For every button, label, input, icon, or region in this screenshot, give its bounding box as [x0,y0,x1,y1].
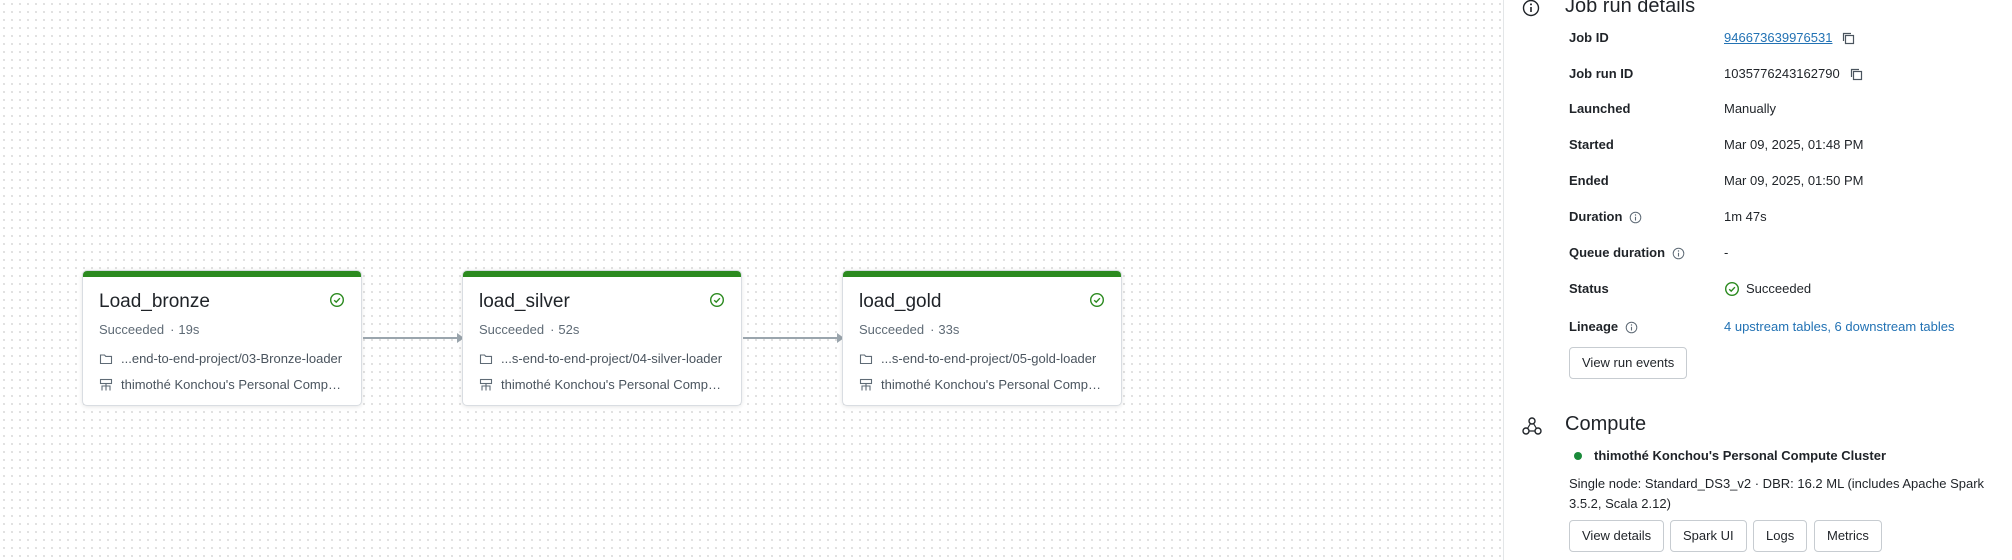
spark-ui-button[interactable]: Spark UI [1670,520,1747,552]
cluster-name[interactable]: thimothé Konchou's Personal Compute Clus… [1569,448,1886,463]
folder-icon [479,354,493,365]
task-name: load_gold [859,291,942,312]
detail-duration: Duration 1m 47s [1569,209,1767,224]
task-status: Succeeded · 33s [859,322,960,337]
compute-icon [1522,417,1542,435]
cluster-icon [479,378,493,391]
dag-edge [363,333,464,343]
task-path: ...s-end-to-end-project/05-gold-loader [859,351,1105,367]
info-icon[interactable] [1672,247,1685,260]
check-circle-icon [1724,281,1740,297]
copy-icon[interactable] [1841,31,1856,46]
task-card-load-bronze[interactable]: Load_bronze Succeeded · 19s ...end-to-end-… [82,270,362,406]
cluster-icon [99,378,113,391]
job-run-id-value: 1035776243162790 [1724,66,1840,81]
task-name: load_silver [479,291,570,312]
status-value: Succeeded [1746,281,1812,296]
task-cluster: thimothé Konchou's Personal Comput... [859,377,1105,393]
section-title-compute: Compute [1565,413,1647,435]
cluster-running-indicator [1574,451,1582,460]
metrics-button[interactable]: Metrics [1814,520,1882,552]
task-card-load-silver[interactable]: load_silver Succeeded · 52s ...s-end-to-en… [462,270,742,406]
detail-job-run-id: Job run ID 1035776243162790 [1569,66,1864,82]
detail-ended: Ended Mar 09, 2025, 01:50 PM [1569,173,1864,188]
folder-icon [859,354,873,365]
info-icon[interactable] [1629,211,1642,224]
task-card-load-gold[interactable]: load_gold Succeeded · 33s ...s-end-to-end-… [842,270,1122,406]
run-details-panel: Job run details Job ID 946673639976531 J… [1503,0,2012,560]
check-circle-icon [1089,292,1105,308]
cluster-icon [859,378,873,391]
view-run-events-button[interactable]: View run events [1569,347,1688,379]
detail-job-id: Job ID 946673639976531 [1569,30,1856,46]
task-name: Load_bronze [99,291,210,312]
check-circle-icon [329,292,345,308]
task-status: Succeeded · 19s [99,322,200,337]
folder-icon [99,354,113,365]
task-cluster: thimothé Konchou's Personal Comput... [99,377,345,393]
info-icon [1522,0,1540,17]
detail-lineage: Lineage 4 upstream tables, 6 downstream … [1569,319,1955,335]
logs-button[interactable]: Logs [1753,520,1808,552]
detail-queue-duration: Queue duration - [1569,245,1729,260]
job-id-link[interactable]: 946673639976531 [1724,30,1832,46]
section-title-job-run-details: Job run details [1565,0,1696,17]
task-path: ...end-to-end-project/03-Bronze-loader [99,351,345,367]
view-details-button[interactable]: View details [1569,520,1665,552]
info-icon[interactable] [1625,321,1638,334]
cluster-description: Single node: Standard_DS3_v2 · DBR: 16.2… [1569,476,1985,511]
detail-status: Status Succeeded [1569,281,1812,297]
task-status: Succeeded · 52s [479,322,580,337]
dag-edge [743,333,844,343]
copy-icon[interactable] [1849,67,1864,82]
task-cluster: thimothé Konchou's Personal Comput... [479,377,725,393]
detail-launched: Launched Manually [1569,101,1777,116]
detail-started: Started Mar 09, 2025, 01:48 PM [1569,137,1864,152]
lineage-link[interactable]: 4 upstream tables, 6 downstream tables [1724,319,1955,335]
task-path: ...s-end-to-end-project/04-silver-loader [479,351,725,367]
check-circle-icon [709,292,725,308]
dag-canvas[interactable]: Load_bronze Succeeded · 19s ...end-to-end-… [0,0,1503,560]
